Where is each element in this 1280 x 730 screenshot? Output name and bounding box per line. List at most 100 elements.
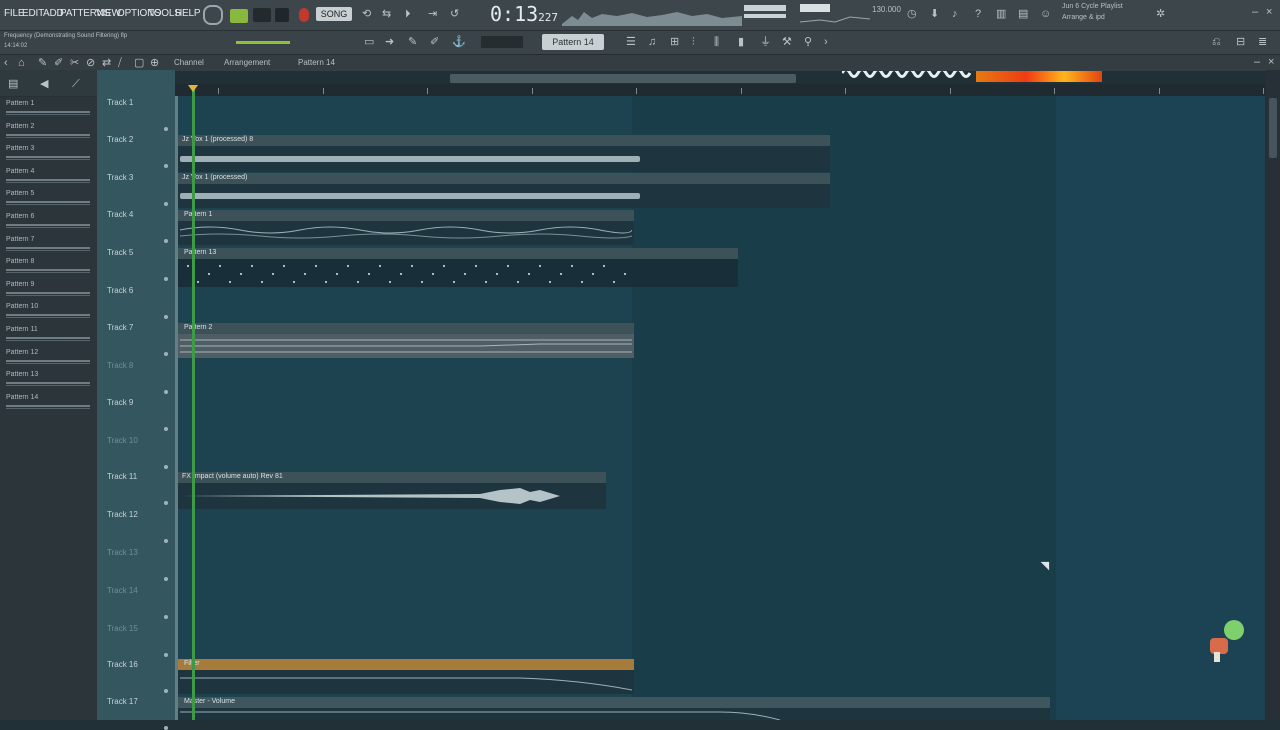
magnet-icon[interactable]: ⌂ <box>18 57 25 69</box>
track-mute-dot[interactable] <box>164 164 168 168</box>
select-tool-icon[interactable]: ▢ <box>134 57 144 69</box>
clock-icon[interactable]: ◷ <box>907 8 917 20</box>
track-mute-dot[interactable] <box>164 689 168 693</box>
track-header[interactable]: Track 4 <box>107 210 133 219</box>
record-button[interactable] <box>299 8 309 22</box>
minimize-icon[interactable]: – <box>1252 6 1258 18</box>
brush-icon[interactable]: ✐ <box>430 36 439 48</box>
menu-help[interactable]: HELP <box>175 8 201 19</box>
pattern-item[interactable]: Pattern 2 <box>2 122 90 142</box>
delete-tool-icon[interactable]: ✂ <box>70 57 79 69</box>
slice-tool-icon[interactable]: ⧸ <box>118 57 122 69</box>
track-header[interactable]: Track 12 <box>107 510 138 519</box>
track-mute-dot[interactable] <box>164 501 168 505</box>
track-header[interactable]: Track 10 <box>107 436 138 445</box>
list-icon[interactable]: ≣ <box>1258 36 1267 48</box>
time-display[interactable]: 0:13227 <box>490 2 558 26</box>
bag-icon[interactable]: ▮ <box>738 36 744 48</box>
pattern-item[interactable]: Pattern 8 <box>2 257 90 277</box>
clip-auto-icon[interactable]: ⟋ <box>72 78 80 90</box>
settings-icon[interactable]: ✲ <box>1156 8 1165 20</box>
slip-tool-icon[interactable]: ⇄ <box>102 57 111 69</box>
track-mute-dot[interactable] <box>164 127 168 131</box>
mixer-fader-icon[interactable]: ⫶ <box>692 36 695 48</box>
vertical-scrollbar[interactable] <box>1266 70 1280 720</box>
pattern-item[interactable]: Pattern 7 <box>2 235 90 255</box>
metronome-icon[interactable]: ⟲ <box>362 8 371 20</box>
clip-pattern-1[interactable] <box>178 210 634 221</box>
pattern-item[interactable]: Pattern 12 <box>2 348 90 368</box>
pattern-item[interactable]: Pattern 1 <box>2 99 90 119</box>
record-list-icon[interactable]: ⊟ <box>1236 36 1245 48</box>
clip-master-volume[interactable] <box>178 697 1050 708</box>
track-mute-dot[interactable] <box>164 653 168 657</box>
pattern-item[interactable]: Pattern 4 <box>2 167 90 187</box>
grid-icon[interactable]: ⊞ <box>670 36 679 48</box>
pattern-item[interactable]: Pattern 9 <box>2 280 90 300</box>
pattern-item[interactable]: Pattern 13 <box>2 370 90 390</box>
plug-icon[interactable]: ⏚ <box>760 36 771 48</box>
help-icon[interactable]: ? <box>975 8 981 20</box>
clip-vox-processed[interactable] <box>178 173 830 184</box>
timeline-ruler[interactable] <box>175 84 1265 96</box>
track-header[interactable]: Track 7 <box>107 323 133 332</box>
track-header[interactable]: Track 5 <box>107 248 133 257</box>
all-icon[interactable]: ▤ <box>8 78 18 90</box>
zoom-tool-icon[interactable]: ⊕ <box>150 57 159 69</box>
playlist-icon[interactable]: ☰ <box>626 36 636 48</box>
pattern-item[interactable]: Pattern 11 <box>2 325 90 345</box>
track-mute-dot[interactable] <box>164 726 168 730</box>
mixer-icon[interactable]: ▥ <box>996 8 1006 20</box>
tab-channel[interactable]: Channel <box>174 58 204 67</box>
track-mute-dot[interactable] <box>164 315 168 319</box>
track-mute-dot[interactable] <box>164 352 168 356</box>
pause-button[interactable] <box>253 8 271 22</box>
track-header[interactable]: Track 17 <box>107 697 138 706</box>
stamp-icon[interactable]: ⚓ <box>452 36 466 48</box>
pattern-item[interactable]: Pattern 10 <box>2 302 90 322</box>
paint-tool-icon[interactable]: ✐ <box>54 57 63 69</box>
wrench-icon[interactable]: ⚒ <box>782 36 792 48</box>
playhead[interactable] <box>192 88 195 720</box>
tempo-display[interactable]: 130.000 <box>872 5 901 14</box>
song-mode-toggle[interactable]: SONG <box>316 7 352 21</box>
close-icon[interactable]: × <box>1266 6 1272 18</box>
track-mute-dot[interactable] <box>164 277 168 281</box>
master-volume-slider[interactable] <box>744 5 786 11</box>
snap-icon[interactable]: ▭ <box>364 36 374 48</box>
pitch-knob[interactable] <box>203 5 223 25</box>
track-header[interactable]: Track 16 <box>107 660 138 669</box>
undo-icon[interactable]: ⎌ <box>1212 36 1221 48</box>
clip-audio-icon[interactable]: ◀ <box>40 78 48 90</box>
loop-icon[interactable]: ⇆ <box>382 8 391 20</box>
eq-icon[interactable]: ⫼ <box>714 36 719 48</box>
track-header[interactable]: Track 1 <box>107 98 133 107</box>
track-header[interactable]: Track 2 <box>107 135 133 144</box>
plugin-icon[interactable]: ☺ <box>1040 8 1051 20</box>
track-mute-dot[interactable] <box>164 577 168 581</box>
mic-icon[interactable]: ♪ <box>952 8 958 20</box>
arrow-right-icon[interactable]: ➜ <box>385 36 394 48</box>
piano-roll-icon[interactable]: ♫ <box>648 36 656 48</box>
clip-filter[interactable] <box>178 659 634 670</box>
track-mute-dot[interactable] <box>164 465 168 469</box>
pencil-icon[interactable]: ✎ <box>408 36 417 48</box>
pattern-item[interactable]: Pattern 14 <box>2 393 90 413</box>
track-header[interactable]: Track 3 <box>107 173 133 182</box>
countdown-icon[interactable]: ↺ <box>450 8 459 20</box>
channel-rack-icon[interactable]: ▤ <box>1018 8 1028 20</box>
track-mute-dot[interactable] <box>164 539 168 543</box>
track-header[interactable]: Track 9 <box>107 398 133 407</box>
track-mute-dot[interactable] <box>164 202 168 206</box>
pattern-item[interactable]: Pattern 6 <box>2 212 90 232</box>
pattern-item[interactable]: Pattern 3 <box>2 144 90 164</box>
master-pitch-slider[interactable] <box>744 14 786 18</box>
step-icon[interactable]: ⏵ <box>405 8 411 20</box>
draw-tool-icon[interactable]: ✎ <box>38 57 47 69</box>
track-mute-dot[interactable] <box>164 427 168 431</box>
window-minimize-icon[interactable]: – <box>1254 56 1260 68</box>
track-header[interactable]: Track 13 <box>107 548 138 557</box>
clip-vox-processed-8[interactable] <box>178 135 830 146</box>
track-mute-dot[interactable] <box>164 390 168 394</box>
track-header[interactable]: Track 15 <box>107 624 138 633</box>
